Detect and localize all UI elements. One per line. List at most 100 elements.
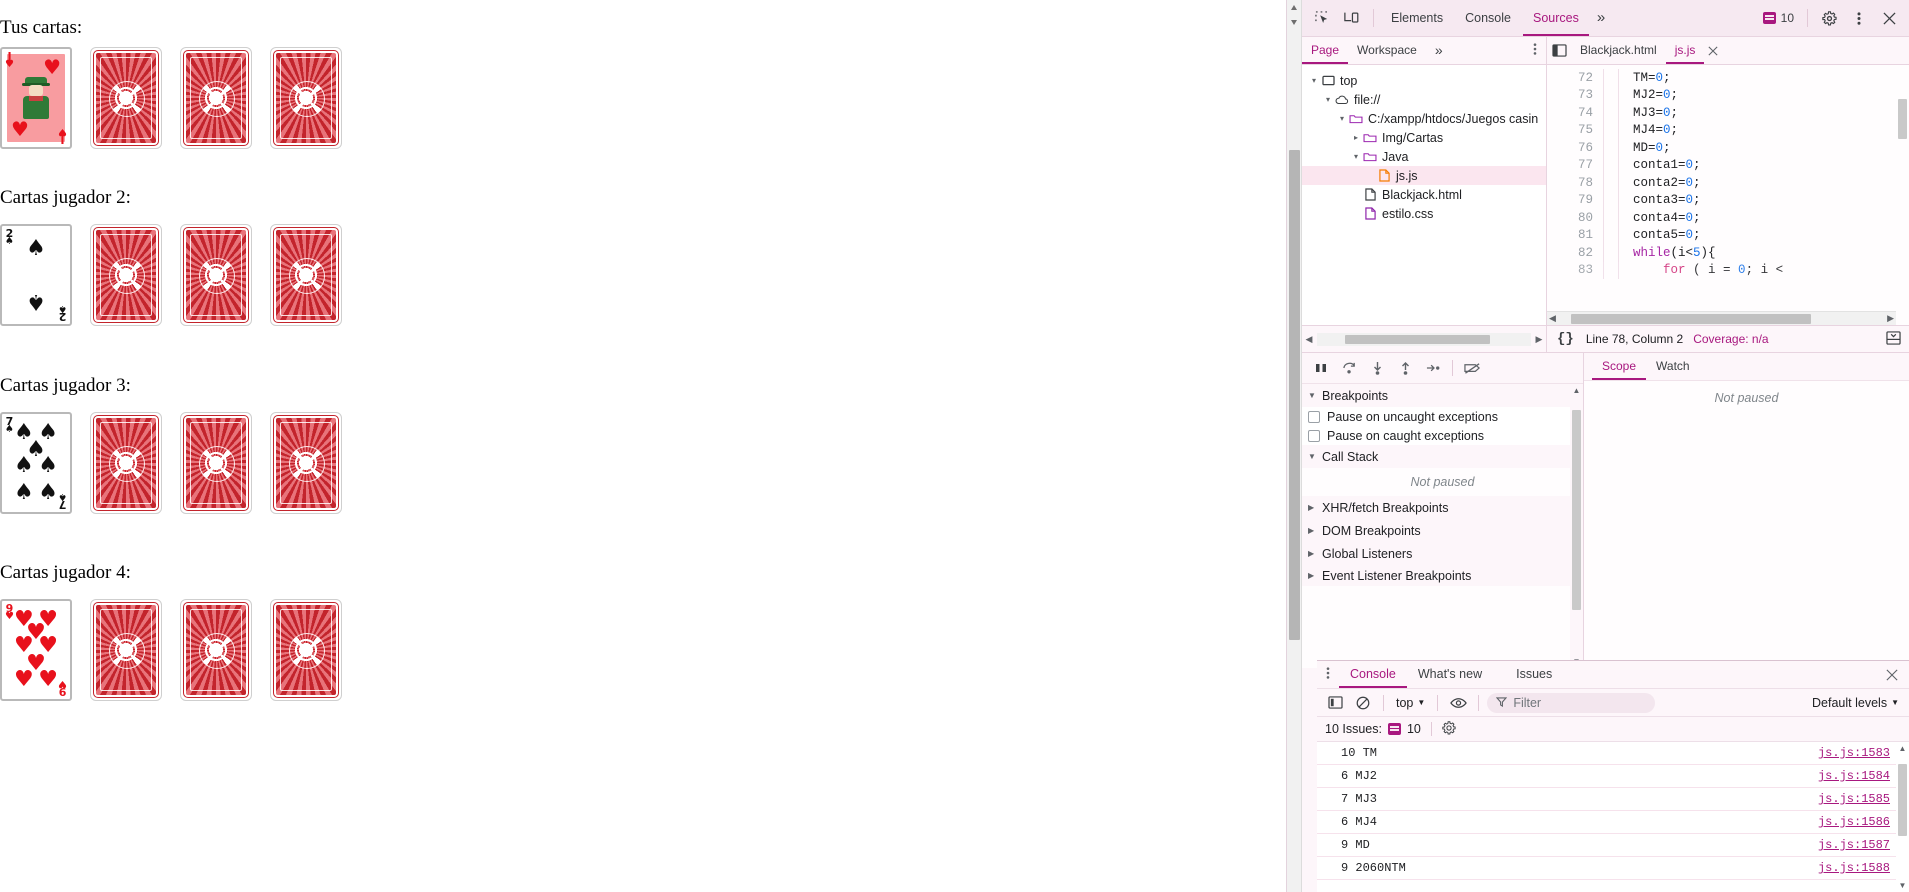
collapse-triangle-icon[interactable]: ▶ — [1308, 571, 1322, 580]
clear-console-icon[interactable] — [1351, 692, 1375, 714]
scrollbar-thumb[interactable] — [1571, 314, 1811, 324]
seven-of-spades-card[interactable]: 7 ♠ 7 ♠ ♠ ♠ ♠ ♠ ♠ ♠ ♠ — [0, 411, 72, 514]
scroll-right-arrow-icon[interactable]: ▶ — [1532, 334, 1546, 345]
close-icon[interactable] — [1883, 666, 1901, 684]
open-file-blackjack-html[interactable]: Blackjack.html — [1571, 37, 1666, 64]
nav-more-chevron-icon[interactable]: » — [1426, 37, 1452, 64]
card-back[interactable] — [180, 46, 252, 149]
card-back[interactable] — [270, 598, 342, 701]
step-over-button[interactable] — [1336, 356, 1362, 380]
gear-icon[interactable] — [1815, 5, 1843, 31]
expand-triangle-icon[interactable]: ▾ — [1336, 114, 1348, 123]
message-source-link[interactable]: js.js:1583 — [1818, 746, 1890, 760]
expand-triangle-icon[interactable]: ▼ — [1308, 452, 1322, 461]
step-out-button[interactable] — [1392, 356, 1418, 380]
scroll-left-arrow-icon[interactable]: ◀ — [1302, 334, 1316, 345]
drawer-tab-whats-new[interactable]: What's new — [1407, 661, 1493, 688]
scrollbar-thumb[interactable] — [1345, 334, 1490, 344]
tree-node-blackjack-html[interactable]: Blackjack.html — [1302, 185, 1546, 204]
console-message[interactable]: 7 MJ3 js.js:1585 — [1317, 788, 1896, 811]
console-filter-input[interactable]: Filter — [1487, 692, 1655, 713]
section-xhr-breakpoints[interactable]: ▶ XHR/fetch Breakpoints — [1302, 496, 1583, 519]
checkbox[interactable] — [1308, 410, 1320, 423]
message-source-link[interactable]: js.js:1588 — [1818, 861, 1890, 875]
drawer-tab-console[interactable]: Console — [1339, 661, 1407, 688]
editor-vertical-scrollbar[interactable] — [1896, 65, 1909, 311]
card-back[interactable] — [90, 598, 162, 701]
more-tabs-chevron-icon[interactable]: » — [1591, 0, 1611, 36]
close-icon[interactable] — [1875, 5, 1903, 31]
card-back[interactable] — [90, 46, 162, 149]
tree-node-java[interactable]: ▾ Java — [1302, 147, 1546, 166]
card-back[interactable] — [180, 223, 252, 326]
show-drawer-icon[interactable] — [1886, 330, 1901, 348]
card-back[interactable] — [270, 411, 342, 514]
scroll-down-arrow-icon[interactable] — [1287, 15, 1302, 30]
scroll-up-arrow-icon[interactable]: ▲ — [1570, 384, 1583, 397]
tree-node-top[interactable]: ▾ top — [1302, 71, 1546, 90]
card-back[interactable] — [90, 223, 162, 326]
debugger-vertical-scrollbar[interactable]: ▲ ▼ — [1570, 384, 1583, 668]
coverage-status[interactable]: Coverage: n/a — [1693, 332, 1768, 346]
open-file-js-js[interactable]: js.js — [1665, 37, 1705, 64]
tab-scope[interactable]: Scope — [1592, 353, 1647, 380]
pause-caught-exceptions-row[interactable]: Pause on caught exceptions — [1302, 426, 1583, 445]
inspect-element-icon[interactable] — [1308, 5, 1336, 31]
expand-triangle-icon[interactable]: ▾ — [1322, 95, 1334, 104]
scrollbar-thumb[interactable] — [1898, 764, 1907, 836]
drawer-tab-issues[interactable]: Issues — [1505, 661, 1563, 688]
tree-node-folder-root[interactable]: ▾ C:/xampp/htdocs/Juegos casin — [1302, 109, 1546, 128]
tree-node-file-protocol[interactable]: ▾ file:// — [1302, 90, 1546, 109]
console-message[interactable]: 9 2060NTM js.js:1588 — [1317, 857, 1896, 880]
collapse-triangle-icon[interactable]: ▸ — [1350, 133, 1362, 142]
expand-triangle-icon[interactable]: ▼ — [1308, 391, 1322, 400]
gear-icon[interactable] — [1442, 720, 1456, 738]
two-of-spades-card[interactable]: 2 ♠ 2 ♠ ♠ ♠ — [0, 223, 72, 326]
section-global-listeners[interactable]: ▶ Global Listeners — [1302, 542, 1583, 565]
deactivate-breakpoints-icon[interactable] — [1459, 356, 1485, 380]
section-call-stack[interactable]: ▼ Call Stack — [1302, 445, 1583, 468]
card-back[interactable] — [90, 411, 162, 514]
section-breakpoints[interactable]: ▼ Breakpoints — [1302, 384, 1583, 407]
collapse-triangle-icon[interactable]: ▶ — [1308, 549, 1322, 558]
scrollbar-thumb[interactable] — [1572, 410, 1581, 610]
tree-node-js-js[interactable]: js.js — [1302, 166, 1546, 185]
card-back[interactable] — [270, 46, 342, 149]
console-levels-selector[interactable]: Default levels ▼ — [1812, 696, 1903, 710]
message-source-link[interactable]: js.js:1584 — [1818, 769, 1890, 783]
tree-node-img-cartas[interactable]: ▸ Img/Cartas — [1302, 128, 1546, 147]
pause-uncaught-exceptions-row[interactable]: Pause on uncaught exceptions — [1302, 407, 1583, 426]
console-message[interactable]: 9 MD js.js:1587 — [1317, 834, 1896, 857]
scroll-right-arrow-icon[interactable]: ▶ — [1887, 313, 1894, 324]
console-message[interactable]: 6 MJ2 js.js:1584 — [1317, 765, 1896, 788]
scrollbar-thumb[interactable] — [1289, 150, 1300, 640]
checkbox[interactable] — [1308, 429, 1320, 442]
card-back[interactable] — [180, 598, 252, 701]
message-source-link[interactable]: js.js:1586 — [1818, 815, 1890, 829]
scroll-up-arrow-icon[interactable]: ▲ — [1896, 742, 1909, 755]
collapse-triangle-icon[interactable]: ▶ — [1308, 526, 1322, 535]
editor-horizontal-scrollbar[interactable]: ◀ ▶ — [1547, 311, 1896, 325]
step-into-button[interactable] — [1364, 356, 1390, 380]
tree-node-estilo-css[interactable]: estilo.css — [1302, 204, 1546, 223]
step-button[interactable] — [1420, 356, 1446, 380]
section-dom-breakpoints[interactable]: ▶ DOM Breakpoints — [1302, 519, 1583, 542]
scrollbar-track[interactable] — [1317, 332, 1531, 346]
collapse-triangle-icon[interactable]: ▶ — [1308, 503, 1322, 512]
live-expression-icon[interactable] — [1446, 692, 1470, 714]
pretty-print-icon[interactable]: {} — [1555, 331, 1576, 347]
more-tools-icon[interactable] — [1317, 666, 1339, 683]
scroll-left-arrow-icon[interactable]: ◀ — [1549, 313, 1556, 324]
scroll-up-arrow-icon[interactable] — [1287, 0, 1302, 15]
code-editor[interactable]: 72 TM=0; 73 MJ2=0; 74 MJ3=0; 75 MJ4=0; 76 MD=… — [1547, 65, 1909, 325]
pause-script-button[interactable] — [1308, 356, 1334, 380]
page-scrollbar[interactable] — [1287, 0, 1302, 892]
navigator-more-options-icon[interactable] — [1524, 42, 1546, 59]
jack-of-hearts-card[interactable]: J ♥ J ♥ ♥ ♥ — [0, 46, 72, 149]
tab-page[interactable]: Page — [1302, 37, 1349, 64]
tab-watch[interactable]: Watch — [1646, 353, 1700, 380]
navigator-horizontal-scrollbar[interactable]: ◀ ▶ — [1302, 326, 1547, 352]
message-source-link[interactable]: js.js:1587 — [1818, 838, 1890, 852]
device-toolbar-icon[interactable] — [1338, 5, 1366, 31]
scroll-down-arrow-icon[interactable]: ▼ — [1896, 879, 1909, 892]
